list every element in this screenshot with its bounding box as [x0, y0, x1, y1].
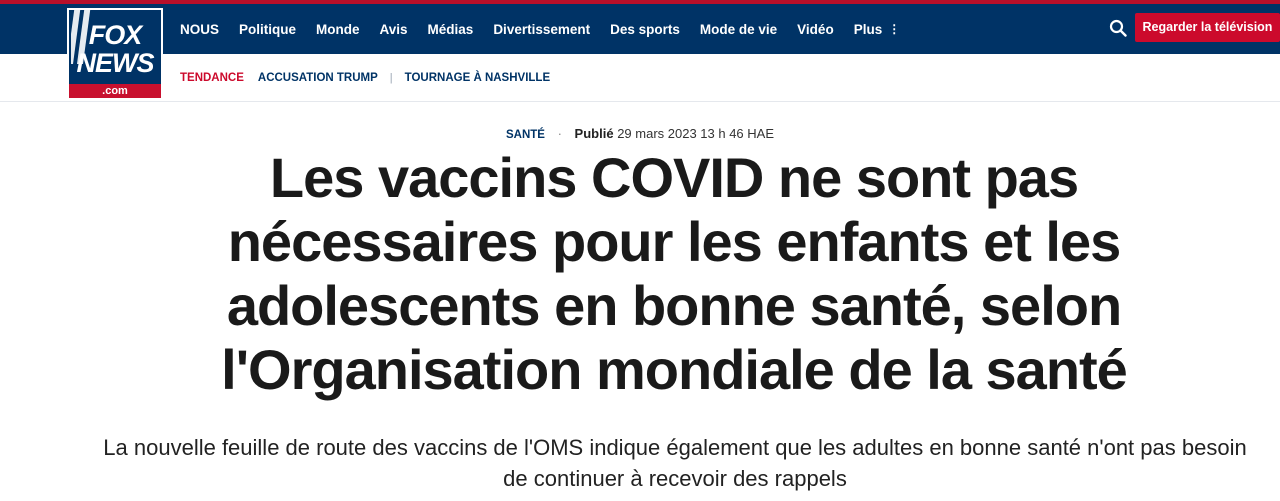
- nav-menu: NOUS Politique Monde Avis Médias Diverti…: [180, 4, 920, 54]
- trending-separator: |: [389, 71, 393, 84]
- logo-fox-text: FOX: [88, 20, 143, 50]
- published-date: 29 mars 2023 13 h 46 HAE: [617, 126, 775, 141]
- meta-separator: ·: [557, 126, 562, 141]
- nav-item-medias[interactable]: Médias: [428, 22, 474, 37]
- more-dots-icon: ⋮: [888, 22, 901, 36]
- fox-news-logo[interactable]: FOX NEWS .com: [67, 8, 163, 100]
- nav-item-nous[interactable]: NOUS: [180, 22, 219, 37]
- watch-tv-button[interactable]: Regarder la télévision: [1135, 13, 1280, 42]
- article-headline: Les vaccins COVID ne sont pas nécessaire…: [221, 146, 1128, 401]
- article-meta: SANTÉ · Publié 29 mars 2023 13 h 46 HAE: [0, 126, 1280, 141]
- nav-item-monde[interactable]: Monde: [316, 22, 360, 37]
- nav-item-politique[interactable]: Politique: [239, 22, 296, 37]
- nav-item-des-sports[interactable]: Des sports: [610, 22, 680, 37]
- nav-more-label: Plus: [853, 21, 883, 37]
- trending-label: TENDANCE: [180, 71, 244, 84]
- published-label: Publié: [574, 126, 614, 141]
- nav-more-button[interactable]: Plus ⋮: [854, 22, 901, 37]
- section-tag[interactable]: SANTÉ: [506, 129, 545, 141]
- trending-item-nashville-shooting[interactable]: TOURNAGE À NASHVILLE: [405, 72, 550, 84]
- article-dek: La nouvelle feuille de route des vaccins…: [103, 435, 1247, 491]
- nav-item-avis[interactable]: Avis: [380, 22, 408, 37]
- trending-bar: TENDANCE ACCUSATION TRUMP | TOURNAGE À N…: [0, 54, 1280, 102]
- nav-item-mode-de-vie[interactable]: Mode de vie: [700, 22, 777, 37]
- nav-item-video[interactable]: Vidéo: [797, 22, 834, 37]
- search-icon[interactable]: [1109, 19, 1127, 37]
- logo-domain-text: .com: [69, 84, 161, 98]
- logo-panel: FOX NEWS .com: [69, 10, 161, 98]
- trending-item-trump-indictment[interactable]: ACCUSATION TRUMP: [258, 72, 378, 84]
- nav-item-divertissement[interactable]: Divertissement: [493, 22, 590, 37]
- logo-news-text: NEWS: [76, 48, 155, 78]
